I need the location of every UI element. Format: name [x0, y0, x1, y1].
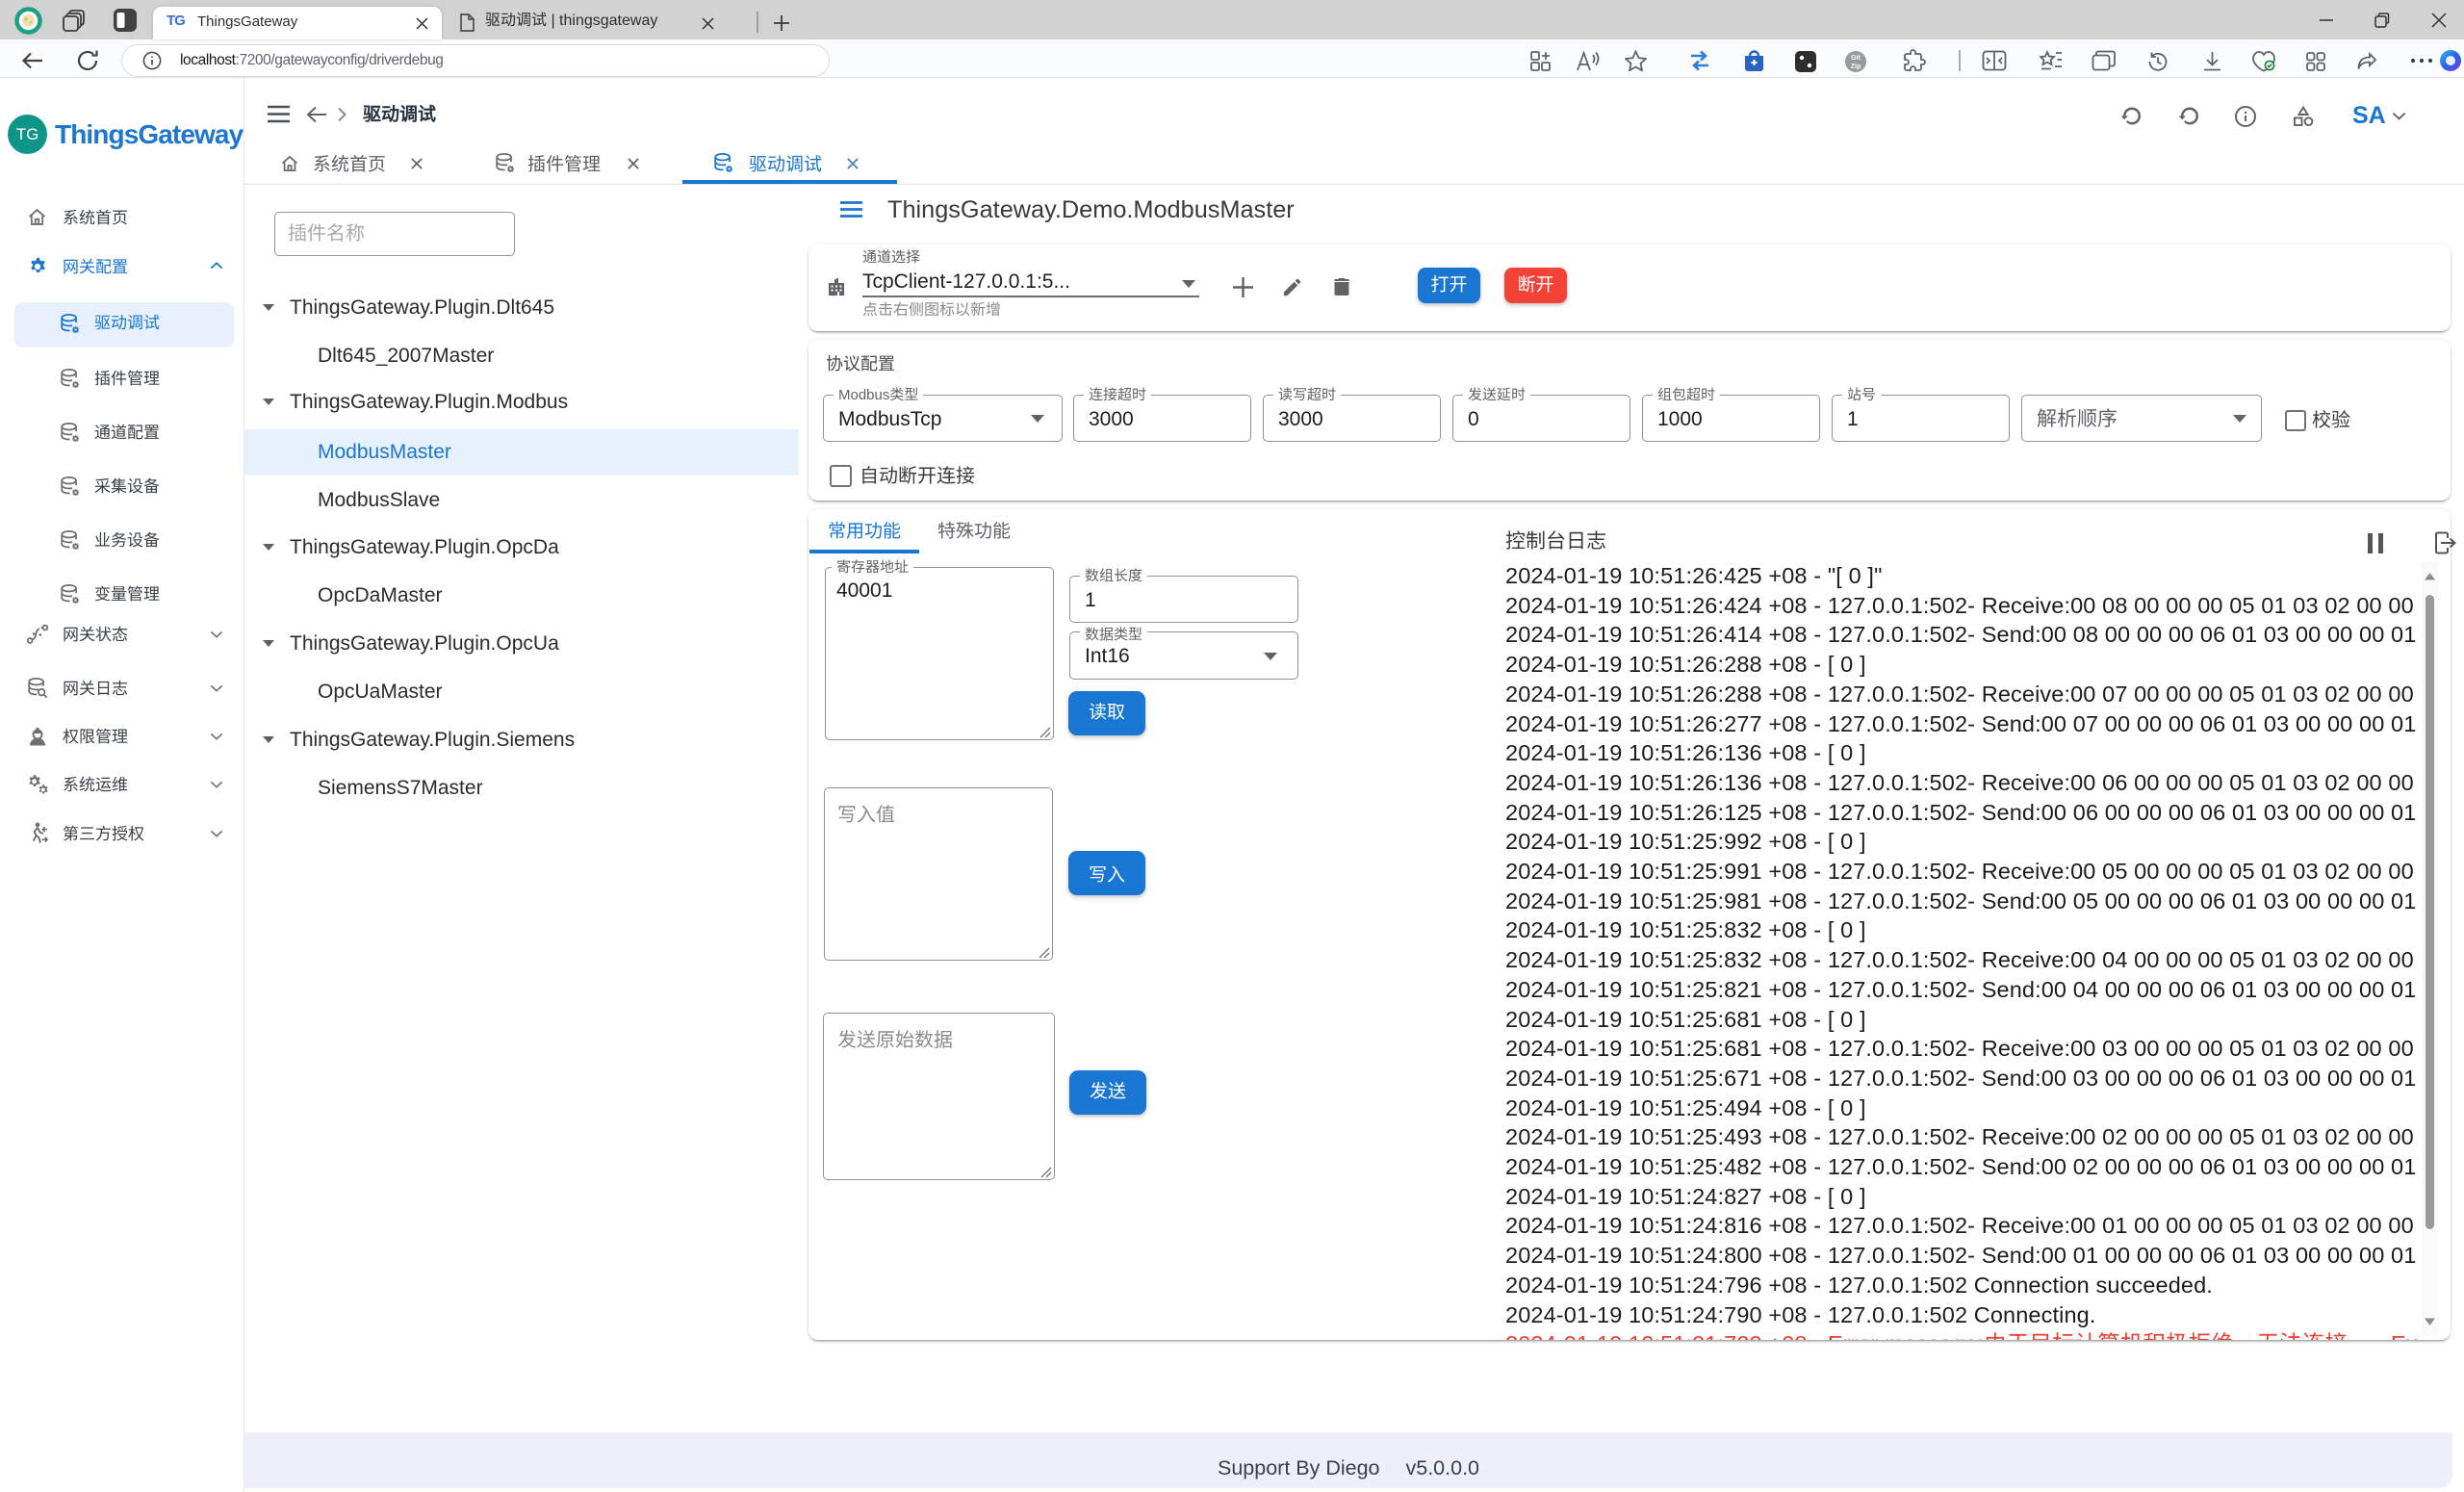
svg-text:Git: Git: [1851, 55, 1861, 62]
svg-text:Zip: Zip: [1851, 64, 1861, 70]
